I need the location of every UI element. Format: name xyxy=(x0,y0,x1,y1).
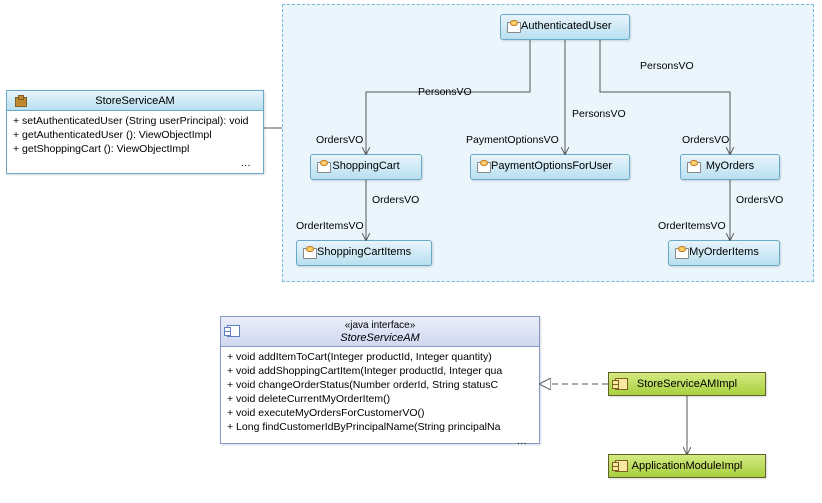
vo-title: ShoppingCartItems xyxy=(317,246,425,258)
class-application-module-impl[interactable]: ApplicationModuleImpl xyxy=(608,454,766,478)
vo-my-orders[interactable]: MyOrders xyxy=(680,154,780,180)
am-method: + setAuthenticatedUser (String userPrinc… xyxy=(13,114,257,128)
vo-shopping-cart-items[interactable]: ShoppingCartItems xyxy=(296,240,432,266)
view-object-icon xyxy=(303,246,317,258)
interface-icon xyxy=(227,325,241,337)
app-module-store-service-am[interactable]: StoreServiceAM + setAuthenticatedUser (S… xyxy=(6,90,264,174)
vo-title: MyOrderItems xyxy=(689,246,773,258)
iface-method: + Long findCustomerIdByPrincipalName(Str… xyxy=(227,420,533,434)
class-store-service-am-impl[interactable]: StoreServiceAMImpl xyxy=(608,372,766,396)
edge-label: PersonsVO xyxy=(572,108,626,120)
edge-label: OrdersVO xyxy=(372,194,419,206)
class-icon xyxy=(615,378,629,390)
vo-payment-options[interactable]: PaymentOptionsForUser xyxy=(470,154,630,180)
interface-stereotype: «java interface» xyxy=(241,319,519,332)
view-object-icon xyxy=(675,246,689,258)
edge-label: OrdersVO xyxy=(316,134,363,146)
vo-authenticated-user[interactable]: AuthenticatedUser xyxy=(500,14,630,40)
iface-more: … xyxy=(227,434,533,448)
edge-label: PaymentOptionsVO xyxy=(466,134,559,146)
edge-label: PersonsVO xyxy=(418,86,472,98)
vo-title: ShoppingCart xyxy=(331,160,415,172)
view-object-icon xyxy=(317,160,331,172)
iface-method: + void changeOrderStatus(Number orderId,… xyxy=(227,378,533,392)
interface-store-service-am[interactable]: «java interface» StoreServiceAM + void a… xyxy=(220,316,540,444)
am-method: + getAuthenticatedUser (): ViewObjectImp… xyxy=(13,128,257,142)
edge-label: OrderItemsVO xyxy=(658,220,726,232)
vo-shopping-cart[interactable]: ShoppingCart xyxy=(310,154,422,180)
vo-title: AuthenticatedUser xyxy=(521,20,626,32)
vo-title: PaymentOptionsForUser xyxy=(491,160,626,172)
am-method: + getShoppingCart (): ViewObjectImpl xyxy=(13,142,257,156)
iface-method: + void addItemToCart(Integer productId, … xyxy=(227,350,533,364)
class-title: StoreServiceAMImpl xyxy=(629,378,759,390)
edge-label: PersonsVO xyxy=(640,60,694,72)
view-object-icon xyxy=(507,20,521,32)
class-icon xyxy=(615,460,629,472)
am-more: … xyxy=(13,156,257,170)
edge-label: OrdersVO xyxy=(682,134,729,146)
class-title: ApplicationModuleImpl xyxy=(629,460,759,472)
app-module-icon xyxy=(13,95,27,107)
app-module-title: StoreServiceAM xyxy=(27,95,257,107)
edge-label: OrdersVO xyxy=(736,194,783,206)
vo-my-order-items[interactable]: MyOrderItems xyxy=(668,240,780,266)
view-object-icon xyxy=(477,160,491,172)
interface-name: StoreServiceAM xyxy=(241,332,519,345)
view-object-icon xyxy=(687,160,701,172)
vo-title: MyOrders xyxy=(701,160,773,172)
iface-method: + void addShoppingCartItem(Integer produ… xyxy=(227,364,533,378)
iface-method: + void deleteCurrentMyOrderItem() xyxy=(227,392,533,406)
edge-label: OrderItemsVO xyxy=(296,220,364,232)
iface-method: + void executeMyOrdersForCustomerVO() xyxy=(227,406,533,420)
